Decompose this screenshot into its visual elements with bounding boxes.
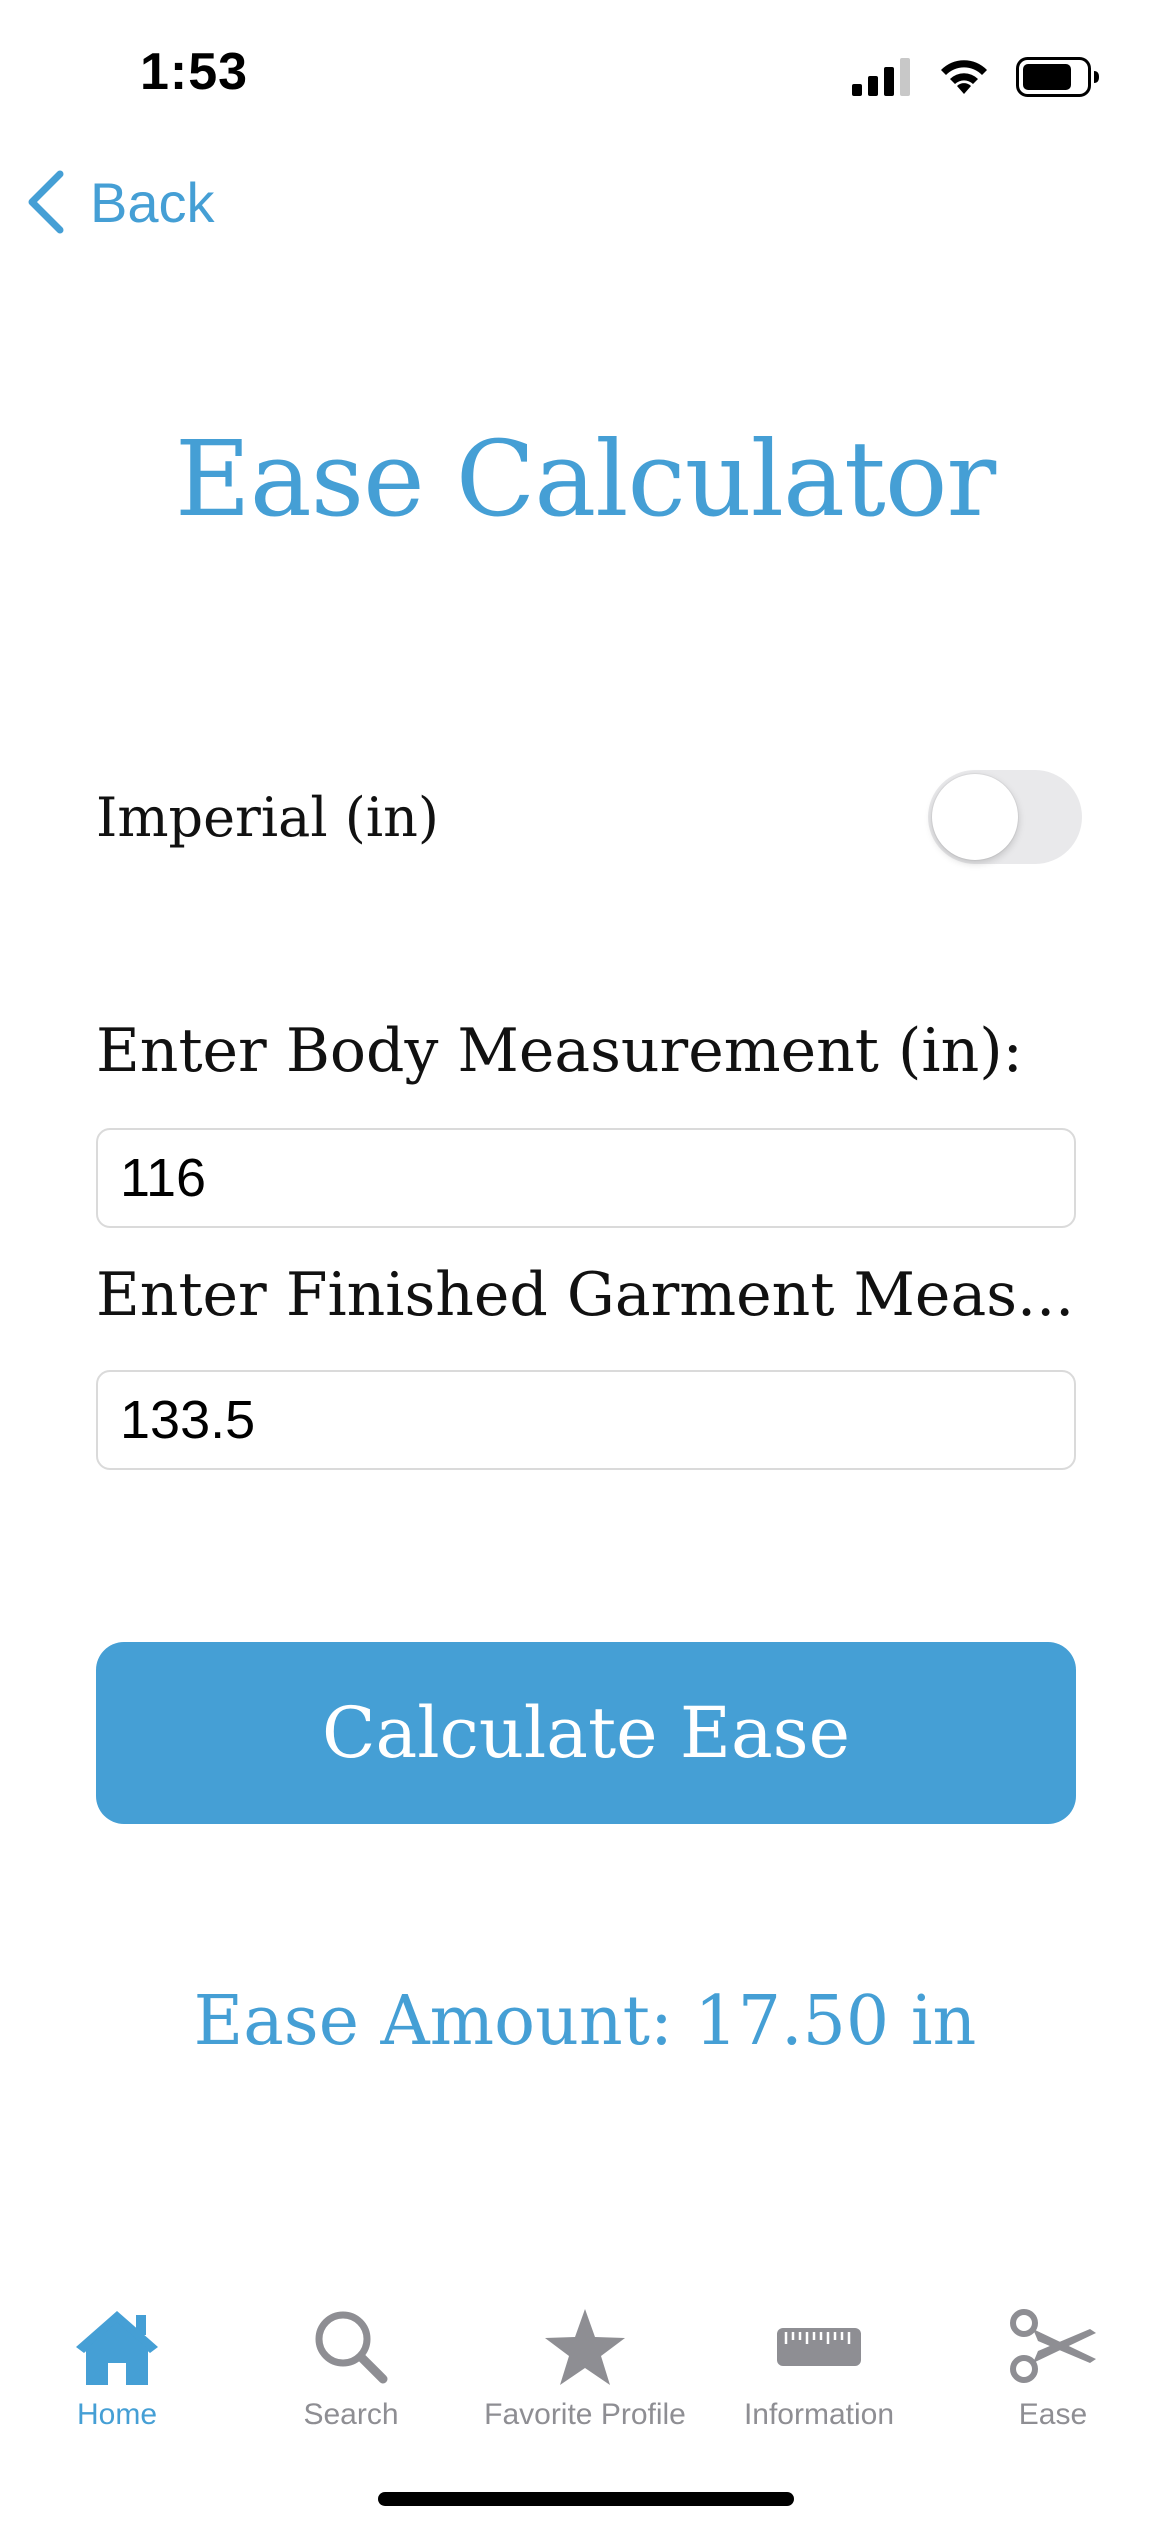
garment-measurement-input[interactable] <box>96 1370 1076 1470</box>
tab-search[interactable]: Search <box>234 2302 468 2432</box>
back-button[interactable]: Back <box>24 168 215 236</box>
unit-toggle-label: Imperial (in) <box>96 786 439 849</box>
ruler-icon <box>777 2328 861 2366</box>
scissors-icon <box>1010 2309 1096 2383</box>
tab-favorite-profile-label: Favorite Profile <box>484 2398 686 2431</box>
tab-information-label: Information <box>743 2398 895 2431</box>
page-title: Ease Calculator <box>174 418 996 540</box>
house-icon <box>76 2311 158 2385</box>
tab-search-label: Search <box>303 2398 399 2431</box>
calculate-ease-button[interactable]: Calculate Ease <box>96 1642 1076 1824</box>
chevron-left-icon <box>28 170 64 234</box>
body-measurement-input[interactable] <box>96 1128 1076 1228</box>
wifi-icon <box>941 60 987 94</box>
garment-measurement-label: Enter Finished Garment Meas... <box>96 1260 1075 1330</box>
body-measurement-label: Enter Body Measurement (in): <box>96 1016 1023 1086</box>
tab-ease[interactable]: Ease <box>936 2302 1170 2432</box>
tab-favorite-profile[interactable]: Favorite Profile <box>468 2302 702 2432</box>
status-icons <box>852 54 1100 100</box>
battery-icon <box>1016 57 1099 97</box>
star-icon <box>545 2309 625 2385</box>
home-indicator <box>378 2492 794 2506</box>
tab-ease-label: Ease <box>1018 2398 1088 2431</box>
ease-result: Ease Amount: 17.50 in <box>193 1982 977 2061</box>
tab-information[interactable]: Information <box>702 2302 936 2432</box>
status-time: 1:53 <box>140 43 249 101</box>
tab-home-label: Home <box>76 2398 158 2431</box>
unit-toggle-switch[interactable] <box>928 770 1082 864</box>
cellular-signal-icon <box>852 58 910 96</box>
tab-home[interactable]: Home <box>0 2302 234 2432</box>
back-label: Back <box>90 170 215 234</box>
magnifier-icon <box>315 2311 388 2384</box>
toggle-knob <box>932 774 1018 860</box>
